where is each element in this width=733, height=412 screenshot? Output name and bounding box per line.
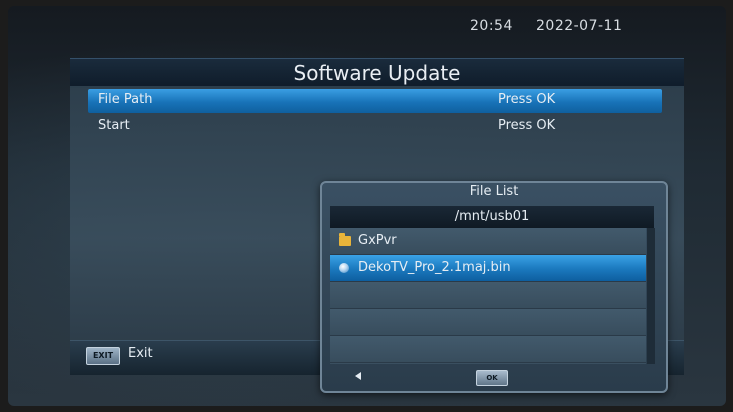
exit-key-icon[interactable]: EXIT xyxy=(86,347,120,365)
menu-item-file-path[interactable]: File Path Press OK xyxy=(88,89,662,113)
menu-item-value: Press OK xyxy=(498,92,556,107)
title-bar: Software Update xyxy=(70,58,684,88)
page-title: Software Update xyxy=(293,61,461,85)
folder-icon xyxy=(339,233,351,246)
menu-item-value: Press OK xyxy=(498,118,556,133)
menu-item-start[interactable]: Start Press OK xyxy=(88,115,662,139)
list-item-empty xyxy=(330,336,646,363)
list-item-empty xyxy=(330,282,646,309)
list-item-gxpvr[interactable]: GxPvr xyxy=(330,228,646,255)
list-item-empty xyxy=(330,309,646,336)
clock-time: 20:54 xyxy=(470,18,513,34)
exit-label: Exit xyxy=(128,346,153,361)
menu-item-label: Start xyxy=(98,118,130,133)
current-path: /mnt/usb01 xyxy=(454,209,530,224)
clock-date: 2022-07-11 xyxy=(536,18,623,34)
scrollbar[interactable] xyxy=(647,228,655,364)
file-name: GxPvr xyxy=(358,233,397,248)
file-name: DekoTV_Pro_2.1maj.bin xyxy=(358,260,511,275)
left-arrow-icon[interactable] xyxy=(355,372,361,380)
list-item-dekotv-bin[interactable]: DekoTV_Pro_2.1maj.bin xyxy=(330,255,646,282)
ok-key-icon[interactable]: OK xyxy=(476,370,508,386)
menu-item-label: File Path xyxy=(98,92,153,107)
file-icon xyxy=(339,263,349,273)
dialog-title: File List xyxy=(469,184,519,199)
